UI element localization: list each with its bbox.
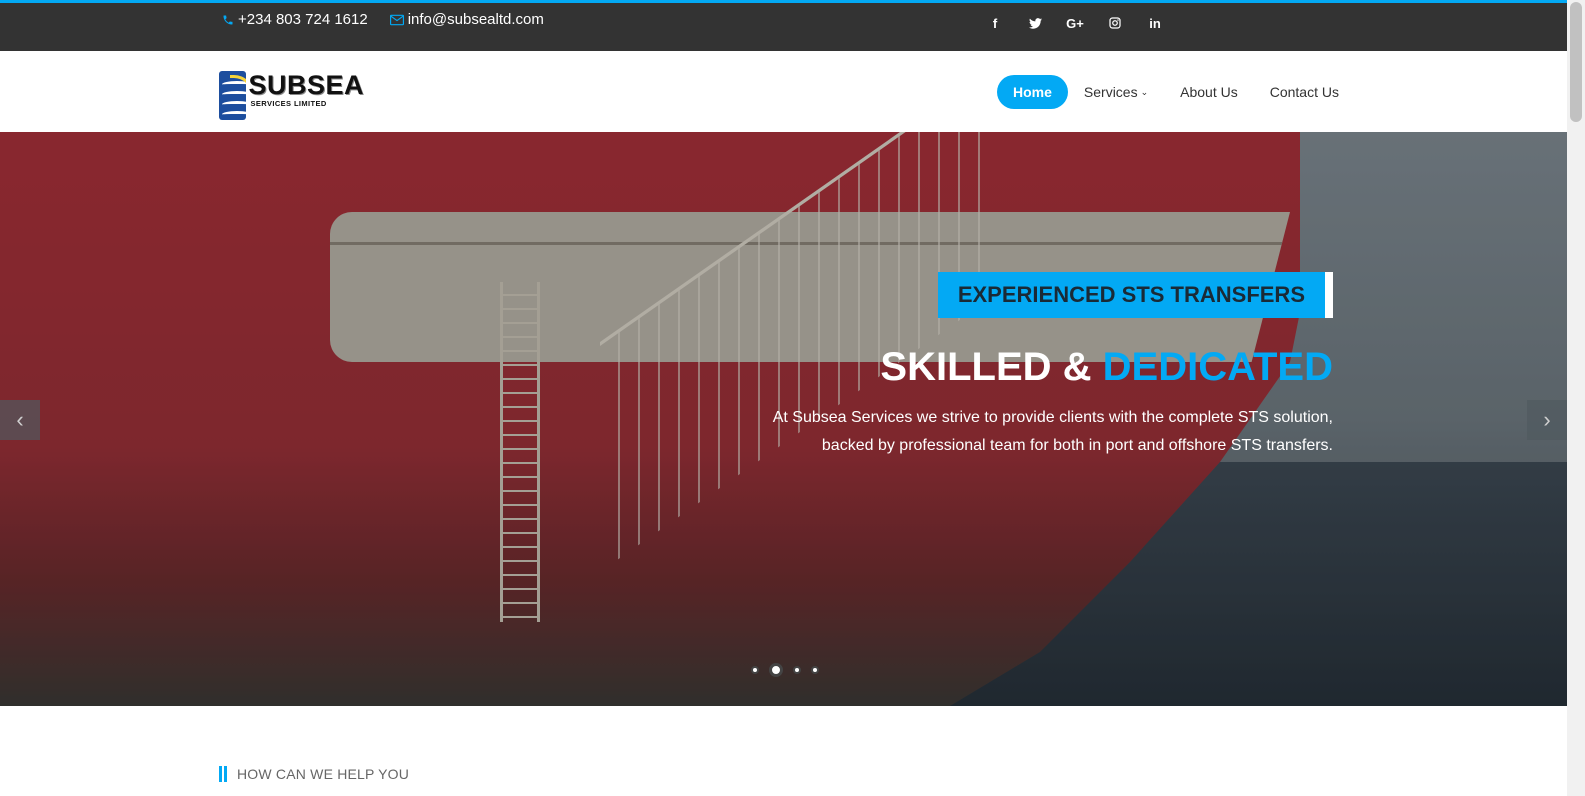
slider-dot[interactable] <box>811 666 819 674</box>
hero-heading-part1: SKILLED & <box>880 345 1103 389</box>
email-item[interactable]: info@subsealtd.com <box>389 11 544 28</box>
logo-tagline: SERVICES LIMITED <box>250 99 327 108</box>
main-navbar: SUBSEA SERVICES LIMITED Home Services ⌄ … <box>0 51 1567 132</box>
nav-about-us[interactable]: About Us <box>1164 75 1254 109</box>
envelope-icon <box>389 14 404 26</box>
slider-next-arrow-icon[interactable]: › <box>1527 400 1567 440</box>
nav-services-label: Services <box>1083 84 1138 100</box>
nav-about-label: About Us <box>1180 84 1238 100</box>
social-links: f G+ in <box>975 13 1175 33</box>
company-logo[interactable]: SUBSEA SERVICES LIMITED <box>219 71 364 121</box>
slider-dot[interactable] <box>751 666 759 674</box>
hero-caption: EXPERIENCED STS TRANSFERS SKILLED & DEDI… <box>633 272 1333 460</box>
chevron-down-icon: ⌄ <box>1140 86 1149 97</box>
contact-info: +234 803 724 1612 info@subsealtd.com <box>222 11 544 28</box>
hero-description-line2: backed by professional team for both in … <box>821 437 1333 454</box>
primary-menu: Home Services ⌄ About Us Contact Us <box>997 75 1355 109</box>
slider-pagination <box>751 663 819 677</box>
hero-tag: EXPERIENCED STS TRANSFERS <box>937 272 1333 318</box>
top-bar: +234 803 724 1612 info@subsealtd.com f G… <box>0 0 1567 51</box>
logo-name: SUBSEA <box>248 70 364 100</box>
hero-heading-highlight: DEDICATED <box>1102 345 1333 389</box>
section-marker-icon <box>219 766 227 782</box>
scrollbar-thumb[interactable] <box>1570 2 1582 122</box>
section-title: HOW CAN WE HELP YOU <box>237 766 410 782</box>
linkedin-icon[interactable]: in <box>1135 13 1175 33</box>
nav-services[interactable]: Services ⌄ <box>1068 75 1164 109</box>
slider-prev-arrow-icon[interactable]: ‹ <box>0 400 40 440</box>
phone-number: +234 803 724 1612 <box>238 11 368 28</box>
slider-dot[interactable] <box>793 666 801 674</box>
nav-home[interactable]: Home <box>997 75 1068 109</box>
hero-slider: ‹ › EXPERIENCED STS TRANSFERS SKILLED & … <box>0 132 1567 706</box>
slider-dot-active[interactable] <box>769 663 783 677</box>
instagram-icon[interactable] <box>1095 13 1135 33</box>
phone-item[interactable]: +234 803 724 1612 <box>222 11 368 28</box>
help-section-header: HOW CAN WE HELP YOU <box>219 766 409 782</box>
nav-home-label: Home <box>1013 84 1052 100</box>
hero-description: At Subsea Services we strive to provide … <box>633 404 1333 460</box>
phone-icon <box>222 14 234 26</box>
twitter-icon[interactable] <box>1015 13 1055 33</box>
nav-contact-us[interactable]: Contact Us <box>1254 75 1355 109</box>
nav-contact-label: Contact Us <box>1269 84 1339 100</box>
google-plus-icon[interactable]: G+ <box>1055 13 1095 33</box>
hero-description-line1: At Subsea Services we strive to provide … <box>772 409 1333 426</box>
logo-mark-icon <box>219 71 247 120</box>
hero-heading: SKILLED & DEDICATED <box>633 344 1333 390</box>
facebook-icon[interactable]: f <box>975 13 1015 33</box>
email-address: info@subsealtd.com <box>407 11 544 28</box>
page-scrollbar[interactable] <box>1567 0 1585 796</box>
